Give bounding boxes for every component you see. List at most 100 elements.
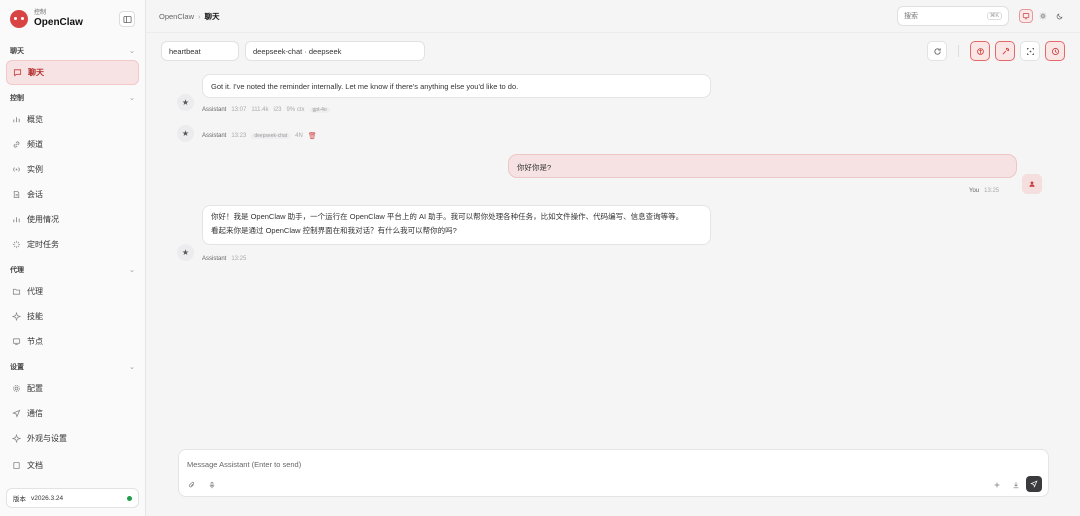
message-text-line: 你好！我是 OpenClaw 助手，一个运行在 OpenClaw 平台上的 AI… — [211, 212, 684, 221]
sidebar-item-usage[interactable]: 使用情况 — [6, 207, 139, 232]
version-badge: 版本 v2026.3.24 — [6, 488, 139, 508]
sidebar-section-agents: 代理 ⌄ 代理 技能 节点 — [0, 261, 145, 354]
microphone-icon[interactable] — [207, 480, 217, 490]
sidebar-item-sessions[interactable]: 会话 — [6, 182, 139, 207]
version-label: 版本 — [13, 496, 26, 503]
broadcast-icon — [11, 165, 21, 175]
sidebar-item-channels[interactable]: 频道 — [6, 132, 139, 157]
brand: 控制 OpenClaw — [0, 0, 145, 38]
monitor-icon — [1022, 13, 1030, 20]
version-number: v2026.3.24 — [31, 494, 64, 502]
top-bar: OpenClaw › 聊天 搜索 ⌘K — [146, 0, 1080, 33]
openclaw-logo-icon — [10, 10, 28, 28]
attach-icon[interactable] — [187, 480, 197, 490]
sun-icon — [1039, 12, 1047, 20]
sidebar-item-overview[interactable]: 概览 — [6, 107, 139, 132]
sidebar-item-docs[interactable]: 文档 — [6, 453, 139, 478]
model-tag: gpt-4o — [309, 107, 330, 113]
sidebar-item-config[interactable]: 配置 — [6, 376, 139, 401]
model-select[interactable]: deepseek-chat · deepseek — [245, 41, 425, 61]
sidebar-section-control: 控制 ⌄ 概览 频道 实例 会话 使用情况 定时任务 — [0, 89, 145, 257]
chat-toolbar: heartbeat deepseek-chat · deepseek — [146, 33, 1080, 69]
sidebar-section-docs: 文档 — [0, 453, 145, 478]
assistant-message: Got it. I've noted the reminder internal… — [202, 74, 711, 98]
assistant-message: 你好！我是 OpenClaw 助手，一个运行在 OpenClaw 平台上的 AI… — [202, 205, 711, 245]
monitor-icon — [11, 337, 21, 347]
breadcrumb: OpenClaw › 聊天 — [159, 11, 220, 22]
collapse-sidebar-button[interactable] — [119, 11, 135, 27]
sidebar-item-communication[interactable]: 通信 — [6, 401, 139, 426]
assistant-avatar-icon: ★ — [177, 125, 194, 142]
search-shortcut: ⌘K — [986, 12, 1002, 20]
delete-message-icon[interactable]: 🗑 — [308, 132, 317, 140]
sidebar: 控制 OpenClaw 聊天 ⌄ 聊天 控制 ⌄ 概览 频道 实例 会话 使用情… — [0, 0, 146, 516]
focus-icon — [1026, 47, 1034, 55]
theme-mode-group — [1019, 9, 1067, 23]
message-composer[interactable]: Message Assistant (Enter to send) — [178, 449, 1049, 497]
sidebar-item-instances[interactable]: 实例 — [6, 157, 139, 182]
model-tag: deepseek-chat — [251, 133, 291, 139]
brand-subtitle: 控制 — [34, 10, 47, 17]
sidebar-item-skills[interactable]: 技能 — [6, 304, 139, 329]
refresh-button[interactable] — [927, 41, 947, 61]
user-avatar — [1022, 174, 1042, 194]
message-icon — [12, 68, 22, 78]
sidebar-toggle-icon — [122, 15, 132, 23]
tools-toggle-button[interactable] — [995, 41, 1015, 61]
app-window: 控制 OpenClaw 聊天 ⌄ 聊天 控制 ⌄ 概览 频道 实例 会话 使用情… — [0, 0, 1080, 516]
main-panel: OpenClaw › 聊天 搜索 ⌘K heartbeat deepseek-ch — [146, 0, 1080, 516]
folder-icon — [11, 287, 21, 297]
link-icon — [11, 140, 21, 150]
chevron-down-icon: ⌄ — [129, 48, 135, 55]
message-meta: Assistant 13:07 111.4k i23 9% ctx gpt-4o — [202, 107, 330, 113]
sidebar-item-appearance[interactable]: 外观与设置 — [6, 426, 139, 451]
section-header-settings[interactable]: 设置 ⌄ — [6, 358, 139, 376]
assistant-avatar-icon: ★ — [177, 94, 194, 111]
brand-name: OpenClaw — [34, 16, 83, 28]
online-status-dot — [127, 495, 132, 501]
refresh-icon — [933, 47, 941, 55]
history-button[interactable] — [1045, 41, 1065, 61]
gear-icon — [11, 384, 21, 394]
light-theme-button[interactable] — [1036, 9, 1050, 23]
loader-icon — [11, 240, 21, 250]
section-header-agents[interactable]: 代理 ⌄ — [6, 261, 139, 279]
brain-icon — [976, 47, 984, 55]
search-input[interactable]: 搜索 ⌘K — [897, 6, 1009, 26]
sidebar-item-agents[interactable]: 代理 — [6, 279, 139, 304]
wrench-icon — [1002, 47, 1009, 54]
section-header-chat[interactable]: 聊天 ⌄ — [6, 42, 139, 60]
breadcrumb-current: 聊天 — [204, 11, 220, 21]
user-icon — [1029, 181, 1035, 187]
message-meta: Assistant 13:25 — [202, 256, 247, 262]
message-text-line: 看起来你是通过 OpenClaw 控制界面在和我对话？有什么我可以帮你的吗? — [211, 226, 457, 235]
send-icon — [1030, 480, 1038, 488]
dark-theme-button[interactable] — [1053, 9, 1067, 23]
sidebar-section-settings: 设置 ⌄ 配置 通信 外观与设置 — [0, 358, 145, 451]
send-button[interactable] — [1026, 476, 1042, 492]
message-meta: You 13:25 — [969, 188, 1000, 194]
bar-chart-icon — [11, 115, 21, 125]
assistant-avatar-icon: ★ — [177, 244, 194, 261]
sidebar-item-cron[interactable]: 定时任务 — [6, 232, 139, 257]
sparkle-icon — [11, 312, 21, 322]
chevron-down-icon: ⌄ — [129, 267, 135, 274]
download-icon[interactable] — [1011, 480, 1021, 490]
brain-toggle-button[interactable] — [970, 41, 990, 61]
section-header-control[interactable]: 控制 ⌄ — [6, 89, 139, 107]
moon-icon — [1056, 13, 1063, 20]
sidebar-item-nodes[interactable]: 节点 — [6, 329, 139, 354]
message-text: 你好你是? — [517, 163, 552, 172]
session-select[interactable]: heartbeat — [161, 41, 239, 61]
sparkle-icon — [11, 434, 21, 444]
system-theme-button[interactable] — [1019, 9, 1033, 23]
sidebar-item-chat[interactable]: 聊天 — [6, 60, 139, 85]
focus-mode-button[interactable] — [1020, 41, 1040, 61]
message-meta: Assistant 13:23 deepseek-chat 4N 🗑 — [202, 132, 317, 140]
bar-chart-icon — [11, 215, 21, 225]
book-icon — [11, 461, 21, 471]
breadcrumb-root[interactable]: OpenClaw — [159, 12, 194, 21]
plus-icon[interactable] — [992, 480, 1002, 490]
breadcrumb-separator: › — [198, 11, 201, 21]
toolbar-divider — [958, 45, 959, 57]
